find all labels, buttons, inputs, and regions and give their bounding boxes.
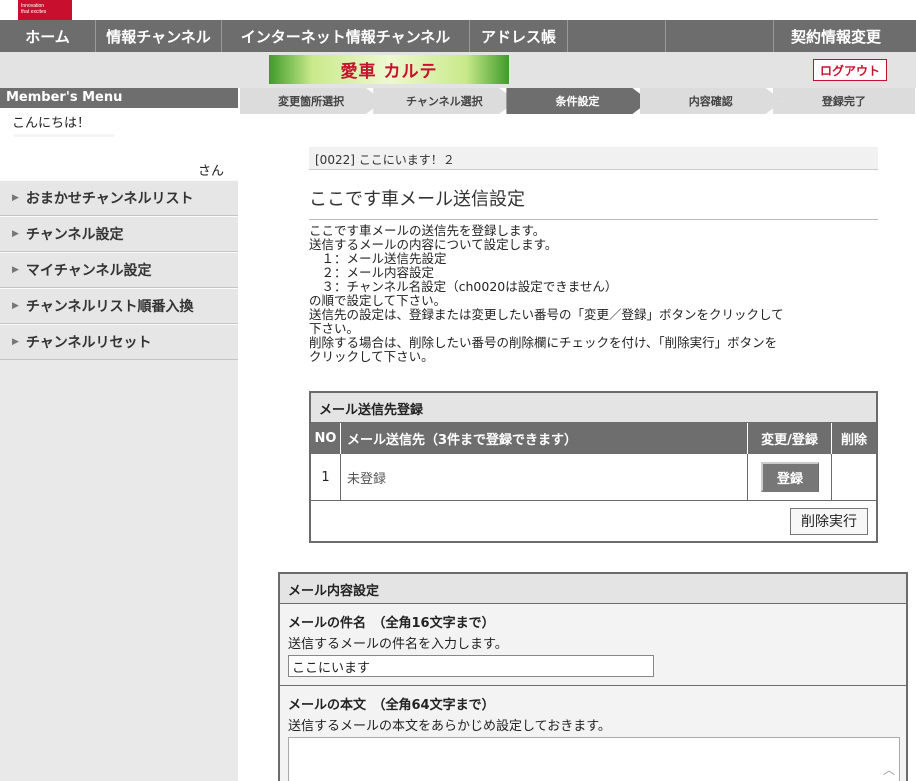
col-address: メール送信先（3件まで登録できます） bbox=[341, 423, 748, 454]
row-delete-cell[interactable] bbox=[832, 454, 876, 500]
description-line: 送信先の設定は、登録または変更したい番号の「変更／登録」ボタンをクリックして bbox=[309, 307, 784, 322]
col-delete: 削除 bbox=[840, 433, 867, 448]
page: { "brand": {"logo_line1": "Innovation", … bbox=[0, 0, 916, 781]
member-menu-header: Member's Menu bbox=[0, 88, 238, 108]
nav-empty-2 bbox=[666, 20, 774, 52]
body-group: メールの本文 （全角64文字まで） 送信するメールの本文をあらかじめ設定しておき… bbox=[280, 686, 906, 781]
sidebar-item-label: チャンネルリスト順番入換 bbox=[25, 299, 194, 315]
subject-label: メールの件名 （全角16文字まで） bbox=[288, 616, 495, 631]
description-line: ここです車メールの送信先を登録します。 bbox=[309, 223, 546, 238]
greeting-text: こんにちは！ bbox=[12, 116, 91, 131]
top-nav: ホーム 情報チャンネル インターネット情報チャンネル アドレス帳 契約情報変更 bbox=[0, 20, 916, 52]
description-line: 送信するメールの内容について設定します。 bbox=[309, 237, 558, 252]
greeting-box: こんにちは！ さん bbox=[0, 108, 238, 180]
subject-hint: 送信するメールの件名を入力します。 bbox=[288, 637, 508, 652]
sidebar-item-omakase[interactable]: ▶ おまかせチャンネルリスト bbox=[0, 180, 238, 216]
sidebar-item-label: チャンネルリセット bbox=[25, 335, 152, 351]
body-textarea[interactable]: ︿ bbox=[288, 737, 900, 781]
description-line: １：メール送信先設定 bbox=[309, 251, 447, 266]
sidebar-item-reorder[interactable]: ▶ チャンネルリスト順番入換 bbox=[0, 288, 238, 324]
row-address: 未登録 bbox=[341, 454, 748, 500]
recipient-table-title: メール送信先登録 bbox=[311, 393, 876, 423]
recipient-table-header: NO メール送信先（3件まで登録できます） 変更/登録 削除 bbox=[311, 423, 876, 454]
step-conditions: 条件設定 bbox=[506, 88, 650, 114]
recipient-table: メール送信先登録 NO メール送信先（3件まで登録できます） 変更/登録 削除 … bbox=[309, 391, 878, 543]
step-confirm: 内容確認 bbox=[639, 88, 783, 114]
nav-home[interactable]: ホーム bbox=[0, 20, 96, 52]
sidebar-item-label: おまかせチャンネルリスト bbox=[25, 191, 194, 207]
description: ここです車メールの送信先を登録します。 送信するメールの内容について設定します。… bbox=[309, 224, 884, 364]
progress-steps: 変更箇所選択 チャンネル選択 条件設定 内容確認 登録完了 bbox=[240, 88, 916, 114]
step-select-location: 変更箇所選択 bbox=[240, 88, 384, 114]
description-line: クリックして下さい。 bbox=[309, 349, 434, 364]
sidebar-item-my-channel[interactable]: ▶ マイチャンネル設定 bbox=[0, 252, 238, 288]
col-register: 変更/登録 bbox=[748, 423, 832, 454]
sidebar-item-label: マイチャンネル設定 bbox=[25, 263, 152, 279]
subject-group: メールの件名 （全角16文字まで） 送信するメールの件名を入力します。 ここにい… bbox=[280, 604, 906, 686]
car-karte-banner: 愛車 カルテ bbox=[269, 55, 509, 84]
sidebar-item-reset[interactable]: ▶ チャンネルリセット bbox=[0, 324, 238, 360]
sidebar: Member's Menu こんにちは！ さん ▶ おまかせチャンネルリスト ▶… bbox=[0, 88, 238, 781]
sidebar-item-channel-settings[interactable]: ▶ チャンネル設定 bbox=[0, 216, 238, 252]
description-line: ２：メール内容設定 bbox=[309, 265, 435, 280]
nav-address-book[interactable]: アドレス帳 bbox=[470, 20, 568, 52]
redacted-username bbox=[14, 134, 114, 137]
nav-internet-info-channel[interactable]: インターネット情報チャンネル bbox=[222, 20, 470, 52]
mail-content-section: メール内容設定 メールの件名 （全角16文字まで） 送信するメールの件名を入力し… bbox=[278, 572, 908, 781]
nav-contract-change[interactable]: 契約情報変更 bbox=[774, 20, 898, 52]
nav-empty-1 bbox=[568, 20, 666, 52]
step-select-channel: チャンネル選択 bbox=[373, 88, 517, 114]
execute-delete-button[interactable]: 削除実行 bbox=[790, 507, 868, 535]
description-line: 削除する場合は、削除したい番号の削除欄にチェックを付け、「削除実行」ボタンを bbox=[309, 335, 778, 350]
recipient-table-footer: 削除実行 bbox=[311, 501, 876, 541]
description-line: 下さい。 bbox=[309, 321, 360, 336]
arrow-right-icon: ▶ bbox=[12, 193, 19, 203]
banner-title: 愛車 カルテ bbox=[340, 62, 438, 82]
register-button[interactable]: 登録 bbox=[760, 462, 819, 492]
logout-button[interactable]: ログアウト bbox=[813, 59, 887, 81]
description-line: の順で設定して下さい。 bbox=[309, 293, 447, 308]
page-title: ここです車メール送信設定 bbox=[309, 185, 878, 220]
description-line: ３：チャンネル名設定（ch0020は設定できません） bbox=[309, 279, 618, 294]
step-complete: 登録完了 bbox=[772, 88, 916, 114]
arrow-right-icon: ▶ bbox=[12, 337, 19, 347]
arrow-right-icon: ▶ bbox=[12, 265, 19, 275]
brand-logo: Innovation that excites bbox=[18, 0, 72, 20]
body-label: メールの本文 （全角64文字まで） bbox=[288, 698, 495, 713]
row-register-cell: 登録 bbox=[748, 454, 832, 500]
mail-content-title: メール内容設定 bbox=[280, 574, 906, 604]
table-row: 1 未登録 登録 bbox=[311, 454, 876, 501]
scroll-up-icon[interactable]: ︿ bbox=[883, 761, 895, 778]
arrow-right-icon: ▶ bbox=[12, 229, 19, 239]
breadcrumb: [0022] ここにいます！２ bbox=[309, 147, 878, 170]
body-hint: 送信するメールの本文をあらかじめ設定しておきます。 bbox=[288, 719, 611, 734]
subject-input[interactable]: ここにいます bbox=[288, 655, 654, 677]
sidebar-item-label: チャンネル設定 bbox=[25, 227, 124, 243]
row-no: 1 bbox=[311, 454, 341, 500]
greeting-suffix: さん bbox=[197, 164, 224, 179]
col-no: NO bbox=[311, 423, 341, 454]
logo-line-2: that excites bbox=[21, 9, 47, 15]
arrow-right-icon: ▶ bbox=[12, 301, 19, 311]
nav-info-channel[interactable]: 情報チャンネル bbox=[96, 20, 222, 52]
